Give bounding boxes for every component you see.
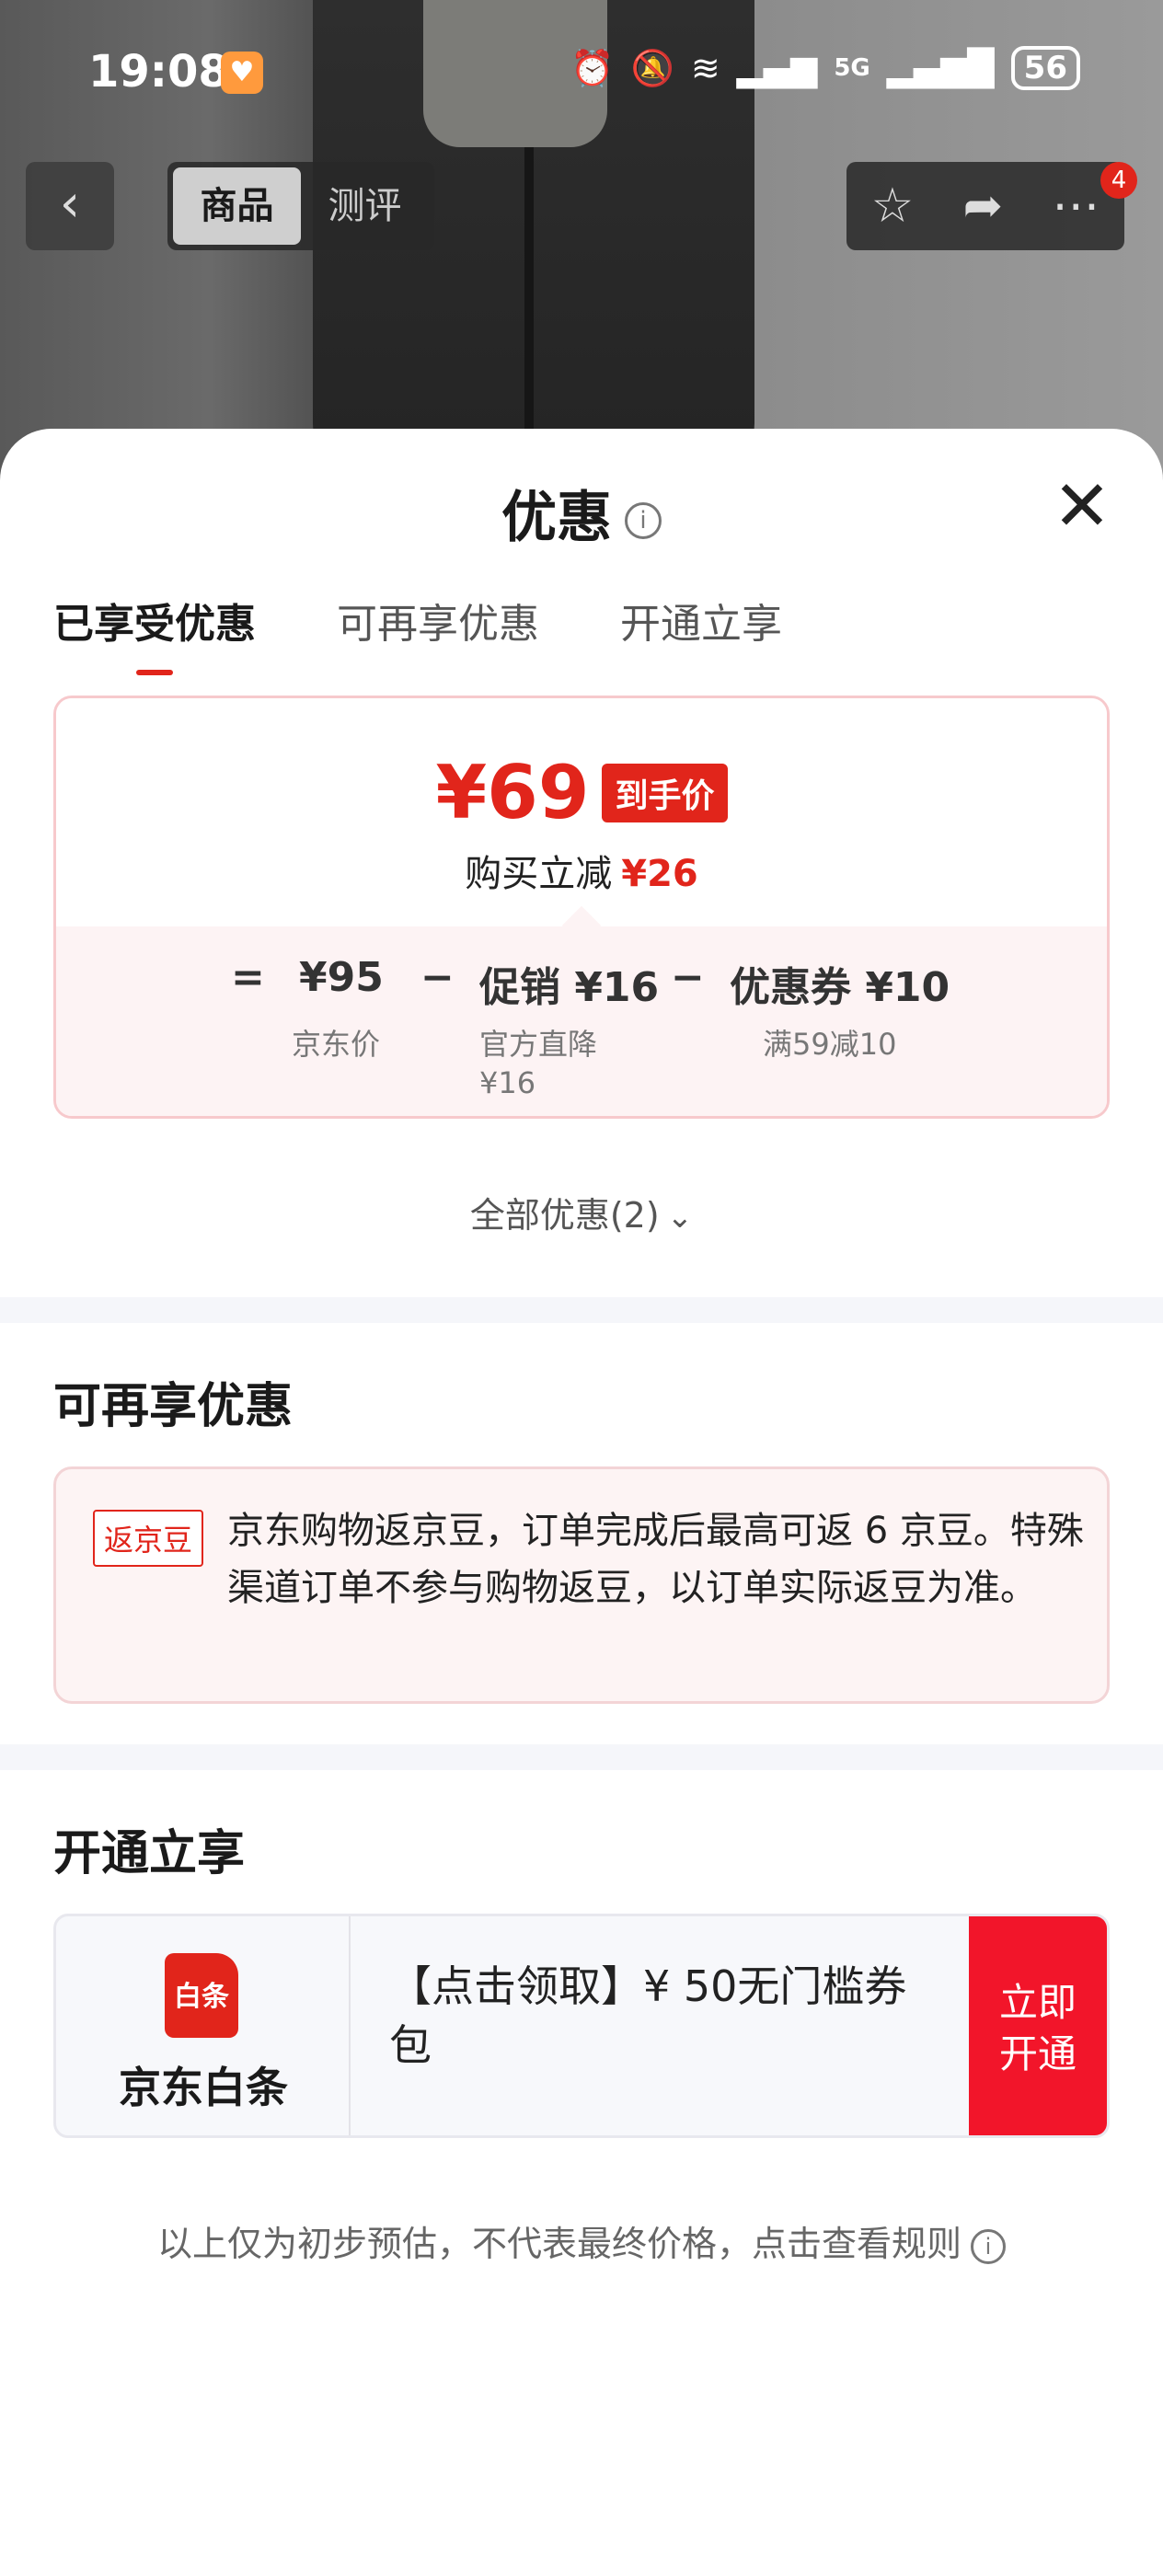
all-discounts-toggle[interactable]: 全部优惠(2) ⌄	[0, 1187, 1163, 1237]
tab-review[interactable]: 测评	[301, 167, 429, 245]
sheet-title: 优惠 i	[0, 473, 1163, 553]
status-bar: 19:08 ♥ ⏰ 🔕 ≋ ▂▄▆ 5G ▂▄▆█ 56	[0, 0, 1163, 138]
baitiao-brand: 白条 京东白条	[56, 1916, 351, 2135]
base-price: ¥95	[299, 954, 384, 1001]
star-icon[interactable]: ☆	[871, 178, 915, 234]
section-divider-2	[0, 1744, 1163, 1770]
baitiao-card[interactable]: 白条 京东白条 【点击领取】¥ 50无门槛券包 立即 开通	[53, 1914, 1110, 2138]
minus-sign: −	[420, 954, 455, 1001]
chevron-down-icon: ⌄	[666, 1199, 694, 1236]
more-icon[interactable]: ⋯	[1052, 178, 1100, 234]
open-now-button[interactable]: 立即 开通	[969, 1916, 1107, 2135]
battery-indicator: 56	[1010, 46, 1080, 90]
more-section-title: 可再享优惠	[53, 1379, 294, 1434]
tab-product[interactable]: 商品	[173, 167, 301, 245]
promo-sub-value: ¥16	[479, 1065, 536, 1100]
reduction-value: ¥26	[621, 853, 698, 895]
info-icon[interactable]: i	[625, 502, 662, 540]
final-price: ¥69 到手价	[56, 750, 1107, 835]
alarm-icon: ⏰	[570, 47, 615, 88]
final-price-value: ¥69	[435, 750, 590, 835]
coupon-condition: 满59减10	[763, 1027, 897, 1062]
back-button[interactable]: ‹	[26, 162, 114, 250]
close-button[interactable]: ✕	[1051, 471, 1113, 541]
price-summary: ¥69 到手价 购买立减 ¥26	[56, 698, 1107, 926]
open-now-line2: 开通	[998, 2031, 1077, 2076]
price-card: ¥69 到手价 购买立减 ¥26 = ¥95 − 促销 ¥16 − 优惠券 ¥10 …	[53, 696, 1110, 1119]
baitiao-offer: 【点击领取】¥ 50无门槛券包	[389, 1961, 907, 2070]
price-breakdown: = ¥95 − 促销 ¥16 − 优惠券 ¥10 京东价 官方直降 ¥16 满5…	[56, 926, 1107, 1116]
tab-more[interactable]: 可再享优惠	[337, 591, 539, 650]
equals-sign: =	[231, 954, 265, 1001]
chevron-left-icon: ‹	[59, 174, 81, 234]
baitiao-name: 京东白条	[119, 2063, 288, 2112]
signal-icon: ▂▄▆	[736, 48, 818, 88]
all-discounts-label: 全部优惠(2)	[469, 1195, 660, 1236]
footnote-text: 以上仅为初步预估，不代表最终价格，点击查看规则	[156, 2224, 961, 2264]
status-time: 19:08	[88, 46, 229, 98]
heart-app-icon: ♥	[221, 52, 263, 94]
wifi-icon: ≋	[690, 48, 720, 88]
minus-sign-2: −	[671, 954, 705, 1001]
sheet-title-text: 优惠	[501, 486, 612, 550]
reduction-label: 购买立减	[465, 853, 613, 895]
network-label: 5G	[834, 54, 870, 82]
info-icon-footnote: i	[971, 2228, 1006, 2264]
rules-footnote[interactable]: 以上仅为初步预估，不代表最终价格，点击查看规则 i	[0, 2215, 1163, 2266]
status-icons: ⏰ 🔕 ≋ ▂▄▆ 5G ▂▄▆█ 56	[570, 46, 1080, 90]
final-price-tag: 到手价	[602, 763, 728, 822]
close-icon: ✕	[1053, 465, 1111, 546]
section-divider	[0, 1297, 1163, 1323]
open-now-line1: 立即	[998, 1980, 1077, 2025]
mute-icon: 🔕	[630, 47, 674, 88]
discount-sheet: 优惠 i ✕ 已享受优惠 可再享优惠 开通立享 ¥69 到手价 购买立减 ¥26 = …	[0, 429, 1163, 2576]
notification-badge: 4	[1100, 162, 1137, 199]
tab-enjoyed[interactable]: 已享受优惠	[53, 591, 256, 675]
open-section-title: 开通立享	[53, 1826, 246, 1881]
share-icon[interactable]: ➦	[963, 178, 1004, 234]
baitiao-logo-icon: 白条	[165, 1953, 238, 2038]
bean-rebate-card: 返京豆 京东购物返京豆，订单完成后最高可返 6 京豆。特殊渠道订单不参与购物返豆…	[53, 1466, 1110, 1704]
nav-actions: ☆ ➦ ⋯	[846, 162, 1124, 250]
product-tabs: 商品 测评	[167, 162, 434, 250]
bean-description: 京东购物返京豆，订单完成后最高可返 6 京豆。特殊渠道订单不参与购物返豆，以订单…	[227, 1510, 1084, 1609]
signal-icon-2: ▂▄▆█	[886, 48, 995, 88]
base-price-label: 京东价	[292, 1027, 381, 1062]
bean-tag: 返京豆	[93, 1510, 204, 1567]
tab-open[interactable]: 开通立享	[620, 591, 782, 650]
coupon-amount: 优惠券 ¥10	[730, 964, 950, 1011]
promo-amount: 促销 ¥16	[479, 964, 660, 1011]
reduction: 购买立减 ¥26	[56, 844, 1107, 897]
promo-label: 官方直降	[479, 1027, 598, 1062]
discount-tabs: 已享受优惠 可再享优惠 开通立享	[53, 591, 782, 675]
